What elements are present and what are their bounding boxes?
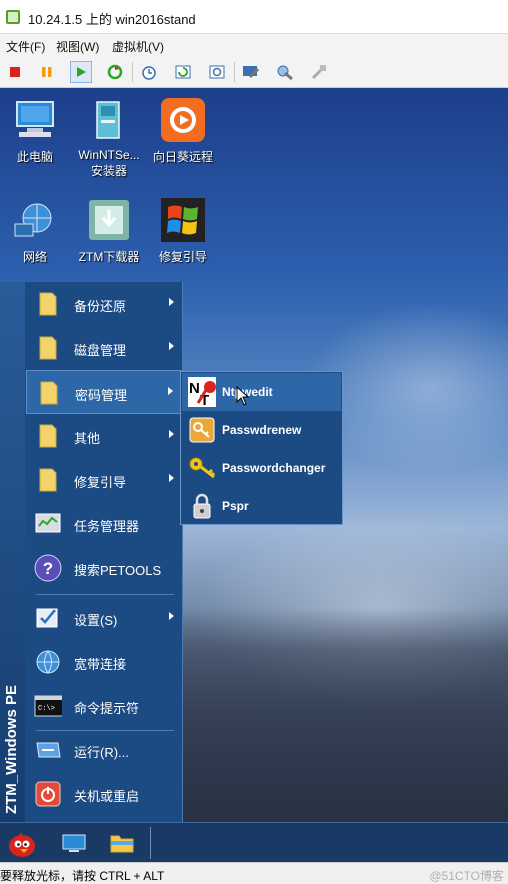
windows-icon [159, 196, 207, 244]
menu-item-disk-management[interactable]: 磁盘管理 [26, 326, 182, 370]
folder-icon [34, 334, 62, 362]
menu-item-backup-restore[interactable]: 备份还原 [26, 282, 182, 326]
gold-key-icon [188, 454, 216, 482]
chevron-right-icon [169, 342, 174, 350]
stop-icon[interactable] [4, 61, 26, 83]
menu-item-password-management[interactable]: 密码管理 [26, 370, 182, 414]
watermark: @51CTO博客 [429, 869, 504, 883]
svg-text:N: N [189, 380, 200, 397]
download-icon [85, 196, 133, 244]
start-menu-brand: ZTM_Windows PE [3, 684, 20, 814]
folder-icon [35, 379, 63, 407]
wallpaper-city [180, 608, 508, 822]
chevron-right-icon [169, 474, 174, 482]
folder-icon [34, 290, 62, 318]
menu-item-search-petools[interactable]: ? 搜索PETOOLS [26, 546, 182, 590]
power-icon [34, 780, 62, 808]
menu-item-task-manager[interactable]: 任务管理器 [26, 502, 182, 546]
run-icon [34, 736, 62, 764]
folder-icon [34, 422, 62, 450]
menu-file[interactable]: 文件(F) [6, 38, 45, 55]
menu-item-broadband[interactable]: 宽带连接 [26, 640, 182, 684]
revert-icon[interactable] [172, 61, 194, 83]
svg-text:?: ? [43, 559, 53, 578]
submenu-item-passwdrenew[interactable]: Passwdrenew [182, 411, 341, 449]
svg-text:C:\>: C:\> [38, 705, 55, 713]
menu-item-other[interactable]: 其他 [26, 414, 182, 458]
settings-icon[interactable] [240, 61, 262, 83]
window-titlebar: 10.24.1.5 上的 win2016stand [0, 0, 508, 34]
submenu-item-pspr[interactable]: Pspr [182, 487, 341, 525]
statusbar: 要释放光标，请按 CTRL + ALT @51CTO博客 [0, 862, 508, 884]
desktop-icon-repair-boot[interactable]: 修复引导 [148, 196, 218, 265]
start-menu-sidebar: ZTM_Windows PE [0, 282, 25, 822]
start-menu: ZTM_Windows PE 备份还原 磁盘管理 密码管理 其他 修复引导 任务… [0, 282, 183, 822]
desktop-icon-this-pc[interactable]: 此电脑 [0, 96, 70, 165]
desktop-icon-sunflower[interactable]: 向日葵远程 [148, 96, 218, 165]
tools-icon[interactable] [274, 61, 296, 83]
desktop-icon-network[interactable]: 网络 [0, 196, 70, 265]
key-icon [188, 416, 216, 444]
menu-item-run[interactable]: 运行(R)... [26, 728, 182, 772]
chevron-right-icon [169, 430, 174, 438]
ntpwedit-icon: NT [188, 377, 216, 407]
show-desktop-icon[interactable] [56, 827, 92, 859]
submenu-item-passwordchanger[interactable]: Passwordchanger [182, 449, 341, 487]
window-title: 10.24.1.5 上的 win2016stand [28, 12, 196, 27]
chevron-right-icon [169, 298, 174, 306]
menu-item-command-prompt[interactable]: C:\> 命令提示符 [26, 684, 182, 728]
menu-view[interactable]: 视图(W) [56, 38, 99, 55]
computer-icon [11, 96, 59, 144]
snapshot-icon[interactable] [138, 61, 160, 83]
play-icon[interactable] [70, 61, 92, 83]
snapshot-manager-icon[interactable] [206, 61, 228, 83]
menu-item-repair-boot[interactable]: 修复引导 [26, 458, 182, 502]
toolbar [0, 56, 508, 88]
network-icon [11, 196, 59, 244]
help-icon: ? [34, 554, 62, 582]
menubar: 文件(F) 视图(W) 虚拟机(V) [0, 34, 508, 56]
globe-icon [34, 648, 62, 676]
menu-item-settings[interactable]: 设置(S) [26, 596, 182, 640]
task-manager-icon [34, 510, 62, 538]
password-submenu: NT Ntpwedit Passwdrenew Passwordchanger … [180, 371, 343, 525]
menu-item-shutdown[interactable]: 关机或重启 [26, 772, 182, 816]
chevron-right-icon [169, 612, 174, 620]
settings-checklist-icon [34, 604, 62, 632]
file-explorer-icon[interactable] [104, 827, 140, 859]
vmware-app-icon [6, 10, 20, 24]
desktop-icon-winntsetup[interactable]: WinNTSe... 安装器 [74, 96, 144, 179]
angry-bird-icon[interactable] [4, 827, 40, 859]
menu-vm[interactable]: 虚拟机(V) [112, 38, 164, 55]
sunflower-icon [159, 96, 207, 144]
terminal-icon: C:\> [34, 692, 62, 720]
submenu-item-ntpwedit[interactable]: NT Ntpwedit [182, 373, 341, 411]
desktop-icon-ztm-downloader[interactable]: ZTM下载器 [74, 196, 144, 265]
taskbar [0, 822, 508, 862]
chevron-right-icon [168, 387, 173, 395]
folder-icon [34, 466, 62, 494]
status-text: 要释放光标，请按 CTRL + ALT [0, 869, 165, 883]
lock-keys-icon [188, 492, 216, 520]
reset-icon[interactable] [104, 61, 126, 83]
installer-icon [85, 96, 133, 144]
pause-icon[interactable] [36, 61, 58, 83]
disabled-tools-icon [308, 61, 330, 83]
